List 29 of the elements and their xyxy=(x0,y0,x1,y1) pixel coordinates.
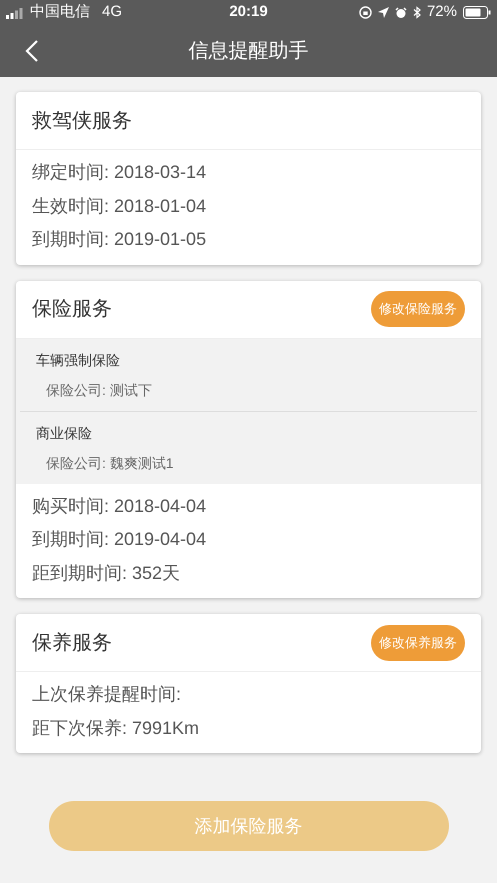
add-insurance-button[interactable]: 添加保险服务 xyxy=(48,801,448,851)
info-line: 上次保养提醒时间: xyxy=(32,683,182,706)
info-line: 生效时间: 2018-01-04 xyxy=(32,194,208,218)
edit-service-button[interactable]: 修改保养服务 xyxy=(371,624,465,660)
info-line: 距到期时间: 352天 xyxy=(32,562,182,585)
back-chevron-icon xyxy=(25,39,39,63)
location-arrow-icon xyxy=(378,7,389,18)
card-title: 保险服务 xyxy=(32,297,112,322)
info-line: 距下次保养: 7991Km xyxy=(32,716,200,740)
network-type: 4G xyxy=(102,2,122,22)
policy-company: 保险公司: 魏爽测试1 xyxy=(45,454,175,473)
clock-time: 20:19 xyxy=(229,2,268,22)
info-line: 购买时间: 2018-04-04 xyxy=(32,494,208,518)
battery-percent: 72% xyxy=(426,2,457,22)
card-title: 保养服务 xyxy=(32,630,112,656)
policy-name: 车辆强制保险 xyxy=(36,351,121,370)
info-line: 到期时间: 2019-01-05 xyxy=(32,228,208,252)
alarm-clock-icon xyxy=(394,6,407,18)
carrier-name: 中国电信 xyxy=(30,2,90,22)
bluetooth-icon xyxy=(412,6,421,19)
info-line: 到期时间: 2019-04-04 xyxy=(32,528,208,552)
policy-name: 商业保险 xyxy=(36,424,93,443)
battery-icon xyxy=(463,6,491,19)
page-title: 信息提醒助手 xyxy=(188,39,308,64)
edit-service-button[interactable]: 修改保险服务 xyxy=(371,291,465,327)
rotation-lock-icon xyxy=(358,6,372,19)
card-title: 救驾侠服务 xyxy=(32,108,132,134)
info-line: 绑定时间: 2018-03-14 xyxy=(32,161,208,184)
policy-company: 保险公司: 测试下 xyxy=(45,381,153,400)
